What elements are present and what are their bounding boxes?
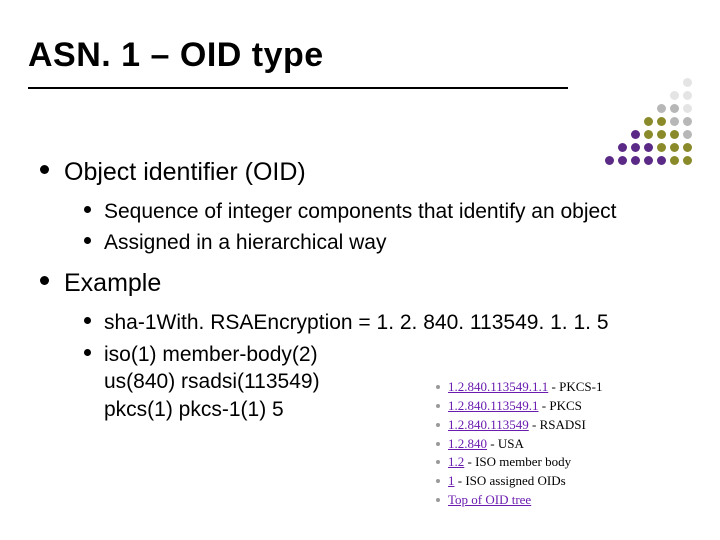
bullet-oid-label: Object identifier (OID) <box>64 158 306 186</box>
oid-tree-row: 1.2 - ISO member body <box>434 453 698 472</box>
oid-link[interactable]: 1.2 <box>448 454 464 469</box>
oid-tree-row: 1.2.840.113549.1 - PKCS <box>434 397 698 416</box>
title-block: ASN. 1 – OID type <box>28 36 680 89</box>
dot-icon <box>683 117 692 126</box>
dot-icon <box>644 143 653 152</box>
dot-icon <box>631 130 640 139</box>
dot-icon <box>657 117 666 126</box>
dot-icon <box>631 143 640 152</box>
oid-link[interactable]: 1.2.840.113549.1 <box>448 398 539 413</box>
oid-desc: - USA <box>487 436 524 451</box>
oid-tree-row: 1.2.840 - USA <box>434 435 698 454</box>
dot-icon <box>683 104 692 113</box>
title-underline <box>28 87 568 89</box>
oid-desc: - PKCS-1 <box>548 379 602 394</box>
dot-icon <box>657 104 666 113</box>
oid-tree-row: 1.2.840.113549.1.1 - PKCS-1 <box>434 378 698 397</box>
oid-link[interactable]: 1.2.840.113549 <box>448 417 529 432</box>
oid-desc: - ISO member body <box>464 454 571 469</box>
oid-desc: - ISO assigned OIDs <box>455 473 566 488</box>
oid-link[interactable]: 1.2.840.113549.1.1 <box>448 379 548 394</box>
sub2-line1: iso(1) member-body(2) <box>104 343 318 366</box>
dot-icon <box>657 130 666 139</box>
bullet-example-sub1-text: sha-1With. RSAEncryption = 1. 2. 840. 11… <box>104 311 609 334</box>
oid-link[interactable]: 1.2.840 <box>448 436 487 451</box>
dot-icon <box>670 91 679 100</box>
dot-icon <box>670 143 679 152</box>
bullet-oid: Object identifier (OID) Sequence of inte… <box>38 156 696 257</box>
slide-title: ASN. 1 – OID type <box>28 36 680 75</box>
decorative-dot-grid <box>605 78 694 167</box>
dot-icon <box>618 143 627 152</box>
dot-icon <box>644 130 653 139</box>
oid-desc: - PKCS <box>539 398 582 413</box>
dot-icon <box>670 104 679 113</box>
dot-icon <box>683 78 692 87</box>
dot-icon <box>683 91 692 100</box>
dot-icon <box>670 130 679 139</box>
bullet-example-sub1: sha-1With. RSAEncryption = 1. 2. 840. 11… <box>82 309 696 337</box>
bullet-oid-sub2-text: Assigned in a hierarchical way <box>104 231 386 254</box>
dot-icon <box>683 130 692 139</box>
bullet-oid-sub1: Sequence of integer components that iden… <box>82 198 696 226</box>
oid-desc: - RSADSI <box>529 417 586 432</box>
dot-icon <box>657 143 666 152</box>
bullet-example-label: Example <box>64 269 161 297</box>
bullet-oid-sub1-text: Sequence of integer components that iden… <box>104 200 617 223</box>
oid-tree-row: 1 - ISO assigned OIDs <box>434 472 698 491</box>
bullet-oid-sub2: Assigned in a hierarchical way <box>82 229 696 257</box>
oid-tree-row: Top of OID tree <box>434 491 698 510</box>
dot-icon <box>644 117 653 126</box>
dot-icon <box>683 143 692 152</box>
oid-tree-row: 1.2.840.113549 - RSADSI <box>434 416 698 435</box>
oid-tree-list: 1.2.840.113549.1.1 - PKCS-11.2.840.11354… <box>434 378 698 510</box>
dot-icon <box>670 117 679 126</box>
oid-link[interactable]: Top of OID tree <box>448 492 531 507</box>
